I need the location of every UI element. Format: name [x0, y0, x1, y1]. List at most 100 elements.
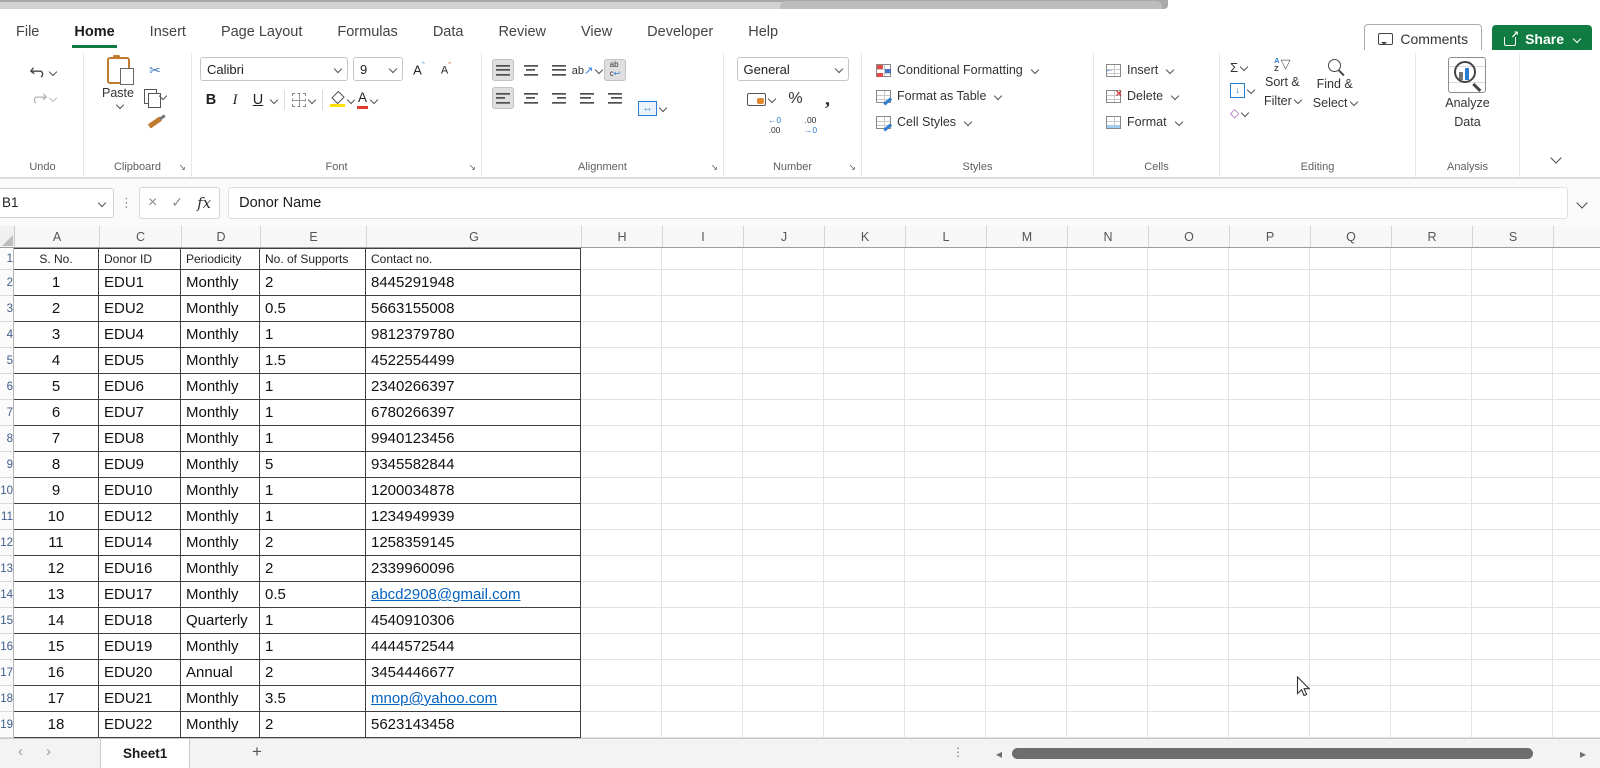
empty-cell[interactable]	[905, 400, 986, 426]
empty-cell[interactable]	[986, 322, 1067, 348]
table-cell[interactable]: 1.5	[260, 348, 366, 374]
redo-button[interactable]	[30, 87, 56, 109]
fill-color-button[interactable]	[330, 89, 354, 111]
number-dialog-launcher[interactable]: ↘	[848, 163, 856, 172]
empty-cell[interactable]	[1553, 660, 1600, 686]
table-cell[interactable]: EDU9	[99, 452, 181, 478]
column-header-D[interactable]: D	[182, 226, 261, 247]
empty-cell[interactable]	[905, 686, 986, 712]
empty-cell[interactable]	[1391, 426, 1472, 452]
column-header-O[interactable]: O	[1149, 226, 1230, 247]
table-cell[interactable]: Monthly	[181, 478, 260, 504]
empty-cell[interactable]	[1553, 270, 1600, 296]
empty-cell[interactable]	[986, 712, 1067, 738]
table-cell[interactable]: 2	[260, 530, 366, 556]
empty-cell[interactable]	[986, 248, 1067, 270]
table-cell[interactable]: EDU12	[99, 504, 181, 530]
empty-cell[interactable]	[1229, 504, 1310, 530]
empty-cell[interactable]	[905, 478, 986, 504]
empty-cell[interactable]	[905, 296, 986, 322]
empty-cell[interactable]	[1229, 608, 1310, 634]
empty-cell[interactable]	[986, 504, 1067, 530]
empty-cell[interactable]	[1148, 686, 1229, 712]
table-cell[interactable]: 15	[14, 634, 99, 660]
column-header-A[interactable]: A	[15, 226, 100, 247]
table-cell[interactable]: Monthly	[181, 348, 260, 374]
table-cell[interactable]: 9	[14, 478, 99, 504]
empty-cell[interactable]	[662, 530, 743, 556]
cell-styles-button[interactable]: Cell Styles	[876, 109, 971, 135]
empty-cell[interactable]	[824, 712, 905, 738]
format-as-table-button[interactable]: Format as Table	[876, 83, 1001, 109]
menu-tab-view[interactable]: View	[579, 13, 614, 48]
empty-cell[interactable]	[1310, 556, 1391, 582]
empty-cell[interactable]	[743, 270, 824, 296]
table-cell[interactable]: Monthly	[181, 452, 260, 478]
empty-cell[interactable]	[905, 504, 986, 530]
tab-bar-handle[interactable]: ⋮	[952, 745, 964, 759]
empty-cell[interactable]	[986, 530, 1067, 556]
empty-cell[interactable]	[1472, 530, 1553, 556]
table-cell[interactable]: 3	[14, 322, 99, 348]
table-cell[interactable]: 5623143458	[366, 712, 581, 738]
table-cell[interactable]: Monthly	[181, 426, 260, 452]
empty-cell[interactable]	[1229, 712, 1310, 738]
table-cell[interactable]: EDU10	[99, 478, 181, 504]
empty-cell[interactable]	[1229, 452, 1310, 478]
table-cell[interactable]: Monthly	[181, 686, 260, 712]
formula-input[interactable]: Donor Name	[228, 187, 1568, 219]
empty-cell[interactable]	[1553, 686, 1600, 712]
empty-cell[interactable]	[581, 452, 662, 478]
insert-cells-button[interactable]: Insert	[1106, 57, 1173, 83]
empty-cell[interactable]	[986, 478, 1067, 504]
table-cell[interactable]: 1234949939	[366, 504, 581, 530]
empty-cell[interactable]	[662, 348, 743, 374]
table-header-cell[interactable]: S. No.	[14, 248, 99, 270]
table-cell[interactable]: 1	[260, 608, 366, 634]
empty-cell[interactable]	[1067, 270, 1148, 296]
right-align-button[interactable]	[548, 87, 570, 109]
table-cell[interactable]: Monthly	[181, 712, 260, 738]
empty-cell[interactable]	[662, 270, 743, 296]
empty-cell[interactable]	[905, 634, 986, 660]
row-header-11[interactable]: 11	[0, 504, 14, 530]
empty-cell[interactable]	[1472, 660, 1553, 686]
empty-cell[interactable]	[743, 712, 824, 738]
empty-cell[interactable]	[581, 608, 662, 634]
empty-cell[interactable]	[1310, 504, 1391, 530]
menu-tab-data[interactable]: Data	[431, 13, 466, 48]
row-header-15[interactable]: 15	[0, 608, 14, 634]
empty-cell[interactable]	[1472, 452, 1553, 478]
table-cell[interactable]: 9940123456	[366, 426, 581, 452]
empty-cell[interactable]	[1229, 270, 1310, 296]
table-cell[interactable]: 4522554499	[366, 348, 581, 374]
empty-cell[interactable]	[1148, 270, 1229, 296]
empty-cell[interactable]	[662, 608, 743, 634]
empty-cell[interactable]	[662, 634, 743, 660]
table-cell[interactable]: 1200034878	[366, 478, 581, 504]
table-cell[interactable]: EDU1	[99, 270, 181, 296]
empty-cell[interactable]	[581, 296, 662, 322]
empty-cell[interactable]	[1229, 322, 1310, 348]
empty-cell[interactable]	[743, 348, 824, 374]
row-header-16[interactable]: 16	[0, 634, 14, 660]
table-cell[interactable]: 1258359145	[366, 530, 581, 556]
empty-cell[interactable]	[662, 400, 743, 426]
empty-cell[interactable]	[1148, 478, 1229, 504]
empty-cell[interactable]	[743, 686, 824, 712]
bottom-align-button[interactable]	[548, 59, 570, 81]
decrease-font-button[interactable]: Aˇ	[435, 58, 457, 80]
menu-tab-review[interactable]: Review	[496, 13, 548, 48]
table-cell[interactable]: 8445291948	[366, 270, 581, 296]
empty-cell[interactable]	[662, 504, 743, 530]
empty-cell[interactable]	[743, 556, 824, 582]
empty-cell[interactable]	[743, 296, 824, 322]
empty-cell[interactable]	[1472, 556, 1553, 582]
row-header-17[interactable]: 17	[0, 660, 14, 686]
empty-cell[interactable]	[1472, 478, 1553, 504]
table-cell[interactable]: 1	[260, 634, 366, 660]
empty-cell[interactable]	[824, 686, 905, 712]
empty-cell[interactable]	[743, 400, 824, 426]
table-cell[interactable]: 16	[14, 660, 99, 686]
row-header-4[interactable]: 4	[0, 322, 14, 348]
